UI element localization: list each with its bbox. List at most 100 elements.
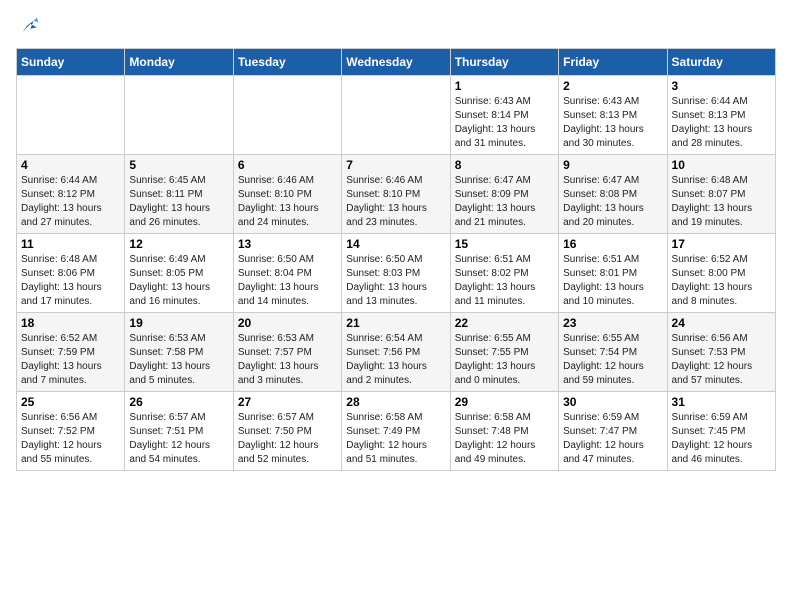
day-info: Sunrise: 6:55 AM Sunset: 7:54 PM Dayligh… — [563, 332, 662, 388]
calendar-cell: 26 Sunrise: 6:57 AM Sunset: 7:51 PM Dayli… — [125, 392, 233, 471]
calendar-header-sunday: Sunday — [17, 49, 125, 76]
day-number: 8 — [455, 158, 554, 172]
day-info: Sunrise: 6:56 AM Sunset: 7:53 PM Dayligh… — [672, 332, 771, 388]
calendar-cell: 14Sunrise: 6:50 AM Sunset: 8:03 PM Dayli… — [342, 234, 450, 313]
day-info: Sunrise: 6:59 AM Sunset: 7:47 PM Dayligh… — [563, 411, 662, 467]
day-number: 4 — [21, 158, 120, 172]
day-number: 2 — [563, 79, 662, 93]
day-number: 15 — [455, 237, 554, 251]
day-info: Sunrise: 6:53 AM Sunset: 7:57 PM Dayligh… — [238, 332, 337, 388]
calendar-cell — [233, 76, 341, 155]
calendar-cell: 30 Sunrise: 6:59 AM Sunset: 7:47 PM Dayli… — [559, 392, 667, 471]
calendar-cell: 6Sunrise: 6:46 AM Sunset: 8:10 PM Daylig… — [233, 155, 341, 234]
day-number: 19 — [129, 316, 228, 330]
calendar-header-row: SundayMondayTuesdayWednesdayThursdayFrid… — [17, 49, 776, 76]
calendar-cell: 29Sunrise: 6:58 AM Sunset: 7:48 PM Dayli… — [450, 392, 558, 471]
page-header — [16, 16, 776, 40]
day-number: 9 — [563, 158, 662, 172]
calendar-week-4: 18 Sunrise: 6:52 AM Sunset: 7:59 PM Dayli… — [17, 313, 776, 392]
calendar-header-monday: Monday — [125, 49, 233, 76]
calendar-cell: 16Sunrise: 6:51 AM Sunset: 8:01 PM Dayli… — [559, 234, 667, 313]
day-number: 5 — [129, 158, 228, 172]
calendar-cell: 12 Sunrise: 6:49 AM Sunset: 8:05 PM Dayli… — [125, 234, 233, 313]
calendar-cell: 19 Sunrise: 6:53 AM Sunset: 7:58 PM Dayli… — [125, 313, 233, 392]
day-info: Sunrise: 6:53 AM Sunset: 7:58 PM Dayligh… — [129, 332, 228, 388]
calendar-cell: 23 Sunrise: 6:55 AM Sunset: 7:54 PM Dayli… — [559, 313, 667, 392]
day-number: 3 — [672, 79, 771, 93]
day-info: Sunrise: 6:44 AM Sunset: 8:12 PM Dayligh… — [21, 174, 120, 230]
calendar-cell: 22Sunrise: 6:55 AM Sunset: 7:55 PM Dayli… — [450, 313, 558, 392]
day-info: Sunrise: 6:57 AM Sunset: 7:51 PM Dayligh… — [129, 411, 228, 467]
calendar-cell: 9 Sunrise: 6:47 AM Sunset: 8:08 PM Daylig… — [559, 155, 667, 234]
day-info: Sunrise: 6:59 AM Sunset: 7:45 PM Dayligh… — [672, 411, 771, 467]
day-number: 18 — [21, 316, 120, 330]
calendar-cell — [125, 76, 233, 155]
calendar-cell: 4 Sunrise: 6:44 AM Sunset: 8:12 PM Daylig… — [17, 155, 125, 234]
calendar-cell: 1 Sunrise: 6:43 AM Sunset: 8:14 PM Daylig… — [450, 76, 558, 155]
day-info: Sunrise: 6:56 AM Sunset: 7:52 PM Dayligh… — [21, 411, 120, 467]
day-number: 30 — [563, 395, 662, 409]
calendar-cell: 28 Sunrise: 6:58 AM Sunset: 7:49 PM Dayli… — [342, 392, 450, 471]
calendar-cell: 15 Sunrise: 6:51 AM Sunset: 8:02 PM Dayli… — [450, 234, 558, 313]
calendar-week-1: 1 Sunrise: 6:43 AM Sunset: 8:14 PM Daylig… — [17, 76, 776, 155]
calendar-cell: 31Sunrise: 6:59 AM Sunset: 7:45 PM Dayli… — [667, 392, 775, 471]
calendar-cell: 11 Sunrise: 6:48 AM Sunset: 8:06 PM Dayli… — [17, 234, 125, 313]
day-info: Sunrise: 6:46 AM Sunset: 8:10 PM Dayligh… — [238, 174, 337, 230]
calendar-cell: 5 Sunrise: 6:45 AM Sunset: 8:11 PM Daylig… — [125, 155, 233, 234]
calendar-cell: 27 Sunrise: 6:57 AM Sunset: 7:50 PM Dayli… — [233, 392, 341, 471]
logo — [16, 16, 44, 40]
day-info: Sunrise: 6:49 AM Sunset: 8:05 PM Dayligh… — [129, 253, 228, 309]
calendar-cell: 24 Sunrise: 6:56 AM Sunset: 7:53 PM Dayli… — [667, 313, 775, 392]
day-info: Sunrise: 6:45 AM Sunset: 8:11 PM Dayligh… — [129, 174, 228, 230]
day-number: 13 — [238, 237, 337, 251]
day-number: 21 — [346, 316, 445, 330]
day-number: 14 — [346, 237, 445, 251]
day-number: 26 — [129, 395, 228, 409]
calendar-cell — [17, 76, 125, 155]
day-number: 22 — [455, 316, 554, 330]
calendar-header-thursday: Thursday — [450, 49, 558, 76]
calendar-cell: 21 Sunrise: 6:54 AM Sunset: 7:56 PM Dayli… — [342, 313, 450, 392]
logo-icon — [16, 16, 40, 40]
day-info: Sunrise: 6:52 AM Sunset: 7:59 PM Dayligh… — [21, 332, 120, 388]
day-info: Sunrise: 6:58 AM Sunset: 7:49 PM Dayligh… — [346, 411, 445, 467]
calendar-cell — [342, 76, 450, 155]
day-info: Sunrise: 6:46 AM Sunset: 8:10 PM Dayligh… — [346, 174, 445, 230]
day-info: Sunrise: 6:43 AM Sunset: 8:13 PM Dayligh… — [563, 95, 662, 151]
calendar-header-tuesday: Tuesday — [233, 49, 341, 76]
calendar-cell: 20 Sunrise: 6:53 AM Sunset: 7:57 PM Dayli… — [233, 313, 341, 392]
calendar-cell: 8Sunrise: 6:47 AM Sunset: 8:09 PM Daylig… — [450, 155, 558, 234]
calendar-week-2: 4 Sunrise: 6:44 AM Sunset: 8:12 PM Daylig… — [17, 155, 776, 234]
day-number: 28 — [346, 395, 445, 409]
day-number: 27 — [238, 395, 337, 409]
day-number: 11 — [21, 237, 120, 251]
calendar-table: SundayMondayTuesdayWednesdayThursdayFrid… — [16, 48, 776, 471]
calendar-header-friday: Friday — [559, 49, 667, 76]
day-info: Sunrise: 6:57 AM Sunset: 7:50 PM Dayligh… — [238, 411, 337, 467]
day-info: Sunrise: 6:51 AM Sunset: 8:01 PM Dayligh… — [563, 253, 662, 309]
day-info: Sunrise: 6:47 AM Sunset: 8:08 PM Dayligh… — [563, 174, 662, 230]
day-number: 10 — [672, 158, 771, 172]
day-number: 20 — [238, 316, 337, 330]
day-number: 24 — [672, 316, 771, 330]
day-number: 12 — [129, 237, 228, 251]
day-info: Sunrise: 6:51 AM Sunset: 8:02 PM Dayligh… — [455, 253, 554, 309]
day-info: Sunrise: 6:52 AM Sunset: 8:00 PM Dayligh… — [672, 253, 771, 309]
calendar-cell: 17Sunrise: 6:52 AM Sunset: 8:00 PM Dayli… — [667, 234, 775, 313]
calendar-cell: 18 Sunrise: 6:52 AM Sunset: 7:59 PM Dayli… — [17, 313, 125, 392]
day-info: Sunrise: 6:54 AM Sunset: 7:56 PM Dayligh… — [346, 332, 445, 388]
calendar-cell: 10 Sunrise: 6:48 AM Sunset: 8:07 PM Dayli… — [667, 155, 775, 234]
calendar-week-3: 11 Sunrise: 6:48 AM Sunset: 8:06 PM Dayli… — [17, 234, 776, 313]
calendar-week-5: 25 Sunrise: 6:56 AM Sunset: 7:52 PM Dayli… — [17, 392, 776, 471]
day-info: Sunrise: 6:43 AM Sunset: 8:14 PM Dayligh… — [455, 95, 554, 151]
day-number: 25 — [21, 395, 120, 409]
day-info: Sunrise: 6:48 AM Sunset: 8:06 PM Dayligh… — [21, 253, 120, 309]
day-number: 23 — [563, 316, 662, 330]
day-info: Sunrise: 6:48 AM Sunset: 8:07 PM Dayligh… — [672, 174, 771, 230]
day-info: Sunrise: 6:58 AM Sunset: 7:48 PM Dayligh… — [455, 411, 554, 467]
calendar-cell: 2 Sunrise: 6:43 AM Sunset: 8:13 PM Daylig… — [559, 76, 667, 155]
calendar-cell: 13Sunrise: 6:50 AM Sunset: 8:04 PM Dayli… — [233, 234, 341, 313]
calendar-cell: 3 Sunrise: 6:44 AM Sunset: 8:13 PM Daylig… — [667, 76, 775, 155]
day-info: Sunrise: 6:44 AM Sunset: 8:13 PM Dayligh… — [672, 95, 771, 151]
day-number: 1 — [455, 79, 554, 93]
